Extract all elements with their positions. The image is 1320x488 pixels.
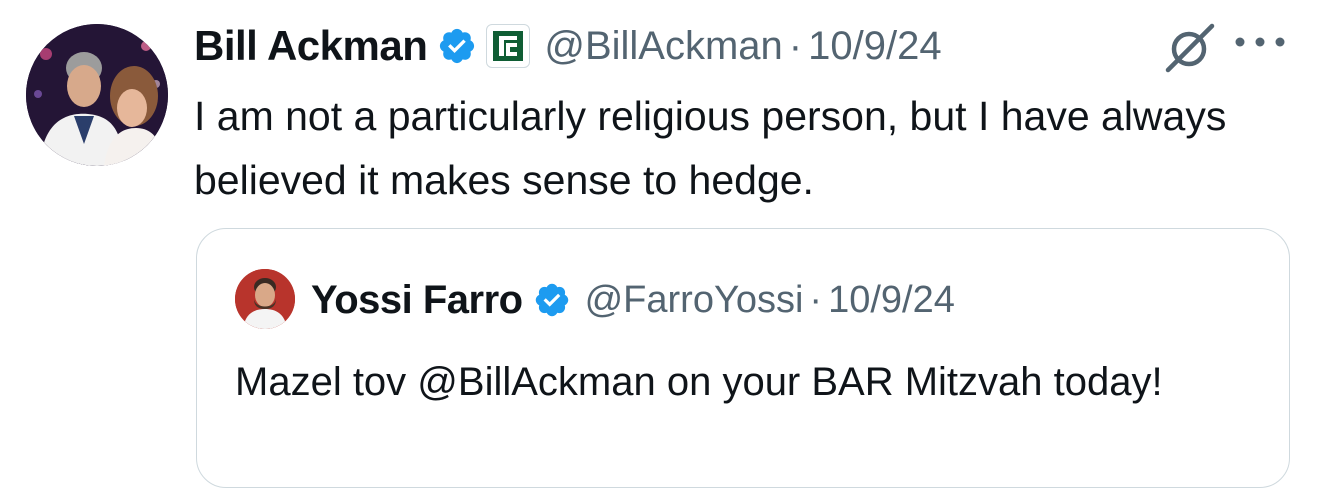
affiliate-logo-icon[interactable]: [486, 24, 531, 68]
quoted-tweet-text: Mazel tov @BillAckman on your BAR Mitzva…: [235, 360, 1163, 404]
verified-badge-icon: [533, 281, 571, 319]
tweet-date[interactable]: 10/9/24: [808, 24, 941, 69]
quoted-tweet-card[interactable]: Yossi Farro @FarroYossi · 10/9/24 Mazel …: [196, 228, 1290, 488]
more-options-icon[interactable]: [1228, 30, 1292, 59]
quoted-author-handle[interactable]: @FarroYossi: [585, 279, 804, 322]
tweet-header: Bill Ackman @BillAckman · 10/9/24: [194, 16, 942, 76]
author-name[interactable]: Bill Ackman: [194, 22, 428, 70]
separator: ·: [788, 23, 803, 68]
quoted-tweet-date[interactable]: 10/9/24: [828, 279, 955, 322]
grok-icon[interactable]: [1160, 22, 1220, 79]
separator: ·: [809, 278, 823, 321]
quoted-author-avatar-image: [235, 269, 295, 329]
author-avatar[interactable]: [26, 24, 168, 166]
quoted-author-avatar[interactable]: [235, 269, 295, 329]
quoted-tweet-header: Yossi Farro @FarroYossi · 10/9/24: [311, 271, 955, 329]
verified-badge-icon: [437, 26, 477, 66]
author-handle[interactable]: @BillAckman: [544, 24, 782, 69]
quoted-author-name[interactable]: Yossi Farro: [311, 278, 523, 323]
author-avatar-image: [26, 24, 168, 166]
tweet-text: I am not a particularly religious person…: [194, 93, 1227, 203]
